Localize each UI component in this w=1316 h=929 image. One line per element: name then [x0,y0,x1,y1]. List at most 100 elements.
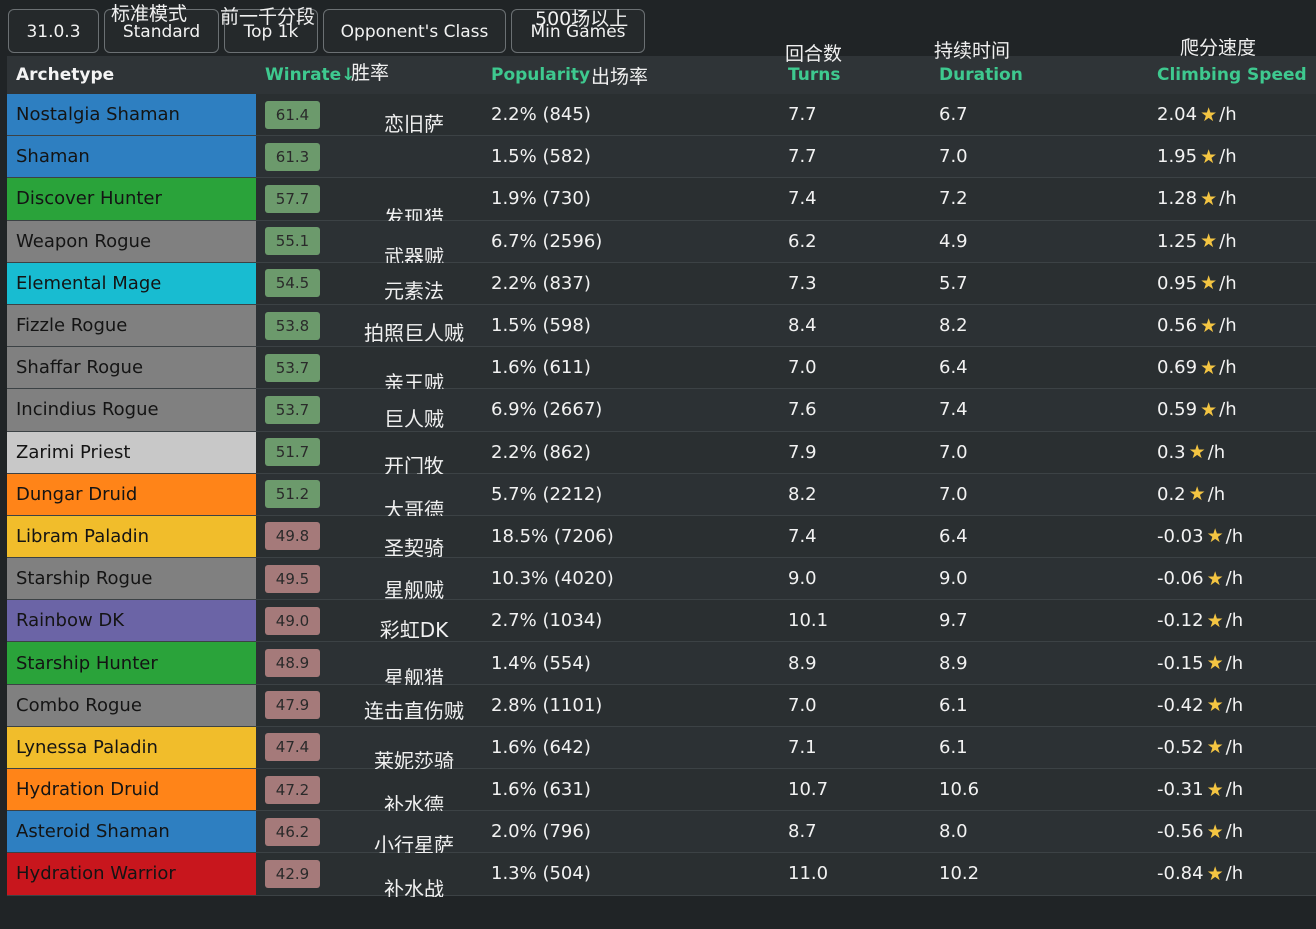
version-filter-button[interactable]: 31.0.3 [8,9,99,53]
table-row[interactable]: Starship Hunter 48.9 星舰猎 1.4% (554) 8.9 8.9 -0… [7,642,1316,688]
archetype-name[interactable]: Starship Hunter [7,642,256,684]
winrate-badge: 42.9 [265,859,320,888]
archetype-name[interactable]: Shaffar Rogue [7,347,256,389]
archetype-cn-annotation: 圣契骑 [384,535,444,560]
archetype-name[interactable]: Incindius Rogue [7,389,256,431]
duration-value: 7.4 [939,399,968,421]
star-icon: ★ [1200,272,1218,295]
duration-value: 6.1 [939,694,968,716]
table-row[interactable]: Combo Rogue 47.9 连击直伤贼 2.8% (1101) 7.0 6.1 -0.… [7,684,1316,727]
table-row[interactable]: Fizzle Rogue 53.8 拍照巨人贼 1.5% (598) 8.4 8.2 0.5… [7,304,1316,348]
winrate-badge: 53.8 [265,311,320,340]
table-row[interactable]: Weapon Rogue 55.1 武器贼 6.7% (2596) 6.2 4.9 1.25… [7,220,1316,267]
star-icon: ★ [1206,694,1224,717]
per-hour-unit: /h [1207,483,1226,505]
archetype-name[interactable]: Hydration Druid [7,769,256,811]
climbing-cn-annotation: 爬分速度 [1180,37,1257,59]
archetype-name[interactable]: Weapon Rogue [7,220,256,262]
archetype-name[interactable]: Zarimi Priest [7,431,256,473]
popularity-value: 18.5% (7206) [491,525,614,547]
turns-value: 8.9 [788,652,817,674]
climbing-speed-value: 0.95 [1157,272,1198,294]
winrate-cn-annotation: 胜率 [351,62,390,84]
archetype-name[interactable]: Hydration Warrior [7,853,256,895]
climbing-speed-value: 0.56 [1157,315,1198,337]
table-row[interactable]: Rainbow DK 49.0 彩虹DK 2.7% (1034) 10.1 9.7 -0.1… [7,600,1316,643]
climbing-speed-value: 2.04 [1157,104,1198,126]
duration-value: 7.0 [939,441,968,463]
star-icon: ★ [1188,441,1206,464]
star-icon: ★ [1206,736,1224,759]
table-row[interactable]: Discover Hunter 57.7 发现猎 1.9% (730) 7.4 7.2 1.… [7,178,1316,228]
climbing-speed: 1.95 ★/h [1157,136,1237,177]
archetype-name[interactable]: Lynessa Paladin [7,726,256,768]
per-hour-unit: /h [1207,441,1226,463]
turns-value: 7.7 [788,104,817,126]
climbing-speed-value: 0.69 [1157,357,1198,379]
per-hour-unit: /h [1225,694,1244,716]
archetype-name[interactable]: Fizzle Rogue [7,304,256,347]
archetype-name[interactable]: Shaman [7,136,256,178]
table-row[interactable]: Incindius Rogue 53.7 巨人贼 6.9% (2667) 7.6 7.4 0… [7,389,1316,432]
popularity-value: 2.2% (862) [491,441,591,463]
table-row[interactable]: Lynessa Paladin 47.4 莱妮莎骑 1.6% (642) 7.1 6.1 -… [7,726,1316,771]
archetype-name[interactable]: Elemental Mage [7,262,256,304]
table-row[interactable]: Hydration Druid 47.2 补水德 1.6% (631) 10.7 10.6… [7,769,1316,815]
archetype-name[interactable]: Nostalgia Shaman [7,94,256,136]
winrate-badge: 54.5 [265,269,320,298]
archetype-name[interactable]: Libram Paladin [7,515,256,558]
archetype-name[interactable]: Starship Rogue [7,558,256,600]
popularity-value: 1.6% (611) [491,357,591,379]
table-header: Archetype Winrate↓ Popularity Turns Dura… [7,56,1316,94]
climbing-speed-value: -0.06 [1157,568,1204,590]
turns-value: 7.6 [788,399,817,421]
archetype-name[interactable]: Discover Hunter [7,178,256,220]
table-row[interactable]: Libram Paladin 49.8 圣契骑 18.5% (7206) 7.4 6.4 -… [7,515,1316,560]
archetype-table: Nostalgia Shaman 61.4 恋旧萨 2.2% (845) 7.7 6.7 2… [7,94,1316,899]
per-hour-unit: /h [1225,568,1244,590]
duration-value: 6.1 [939,736,968,758]
version-label: 31.0.3 [26,22,81,42]
popularity-value: 10.3% (4020) [491,568,614,590]
turns-value: 7.1 [788,736,817,758]
star-icon: ★ [1200,145,1218,168]
archetype-cn-annotation: 元素法 [384,278,444,303]
duration-value: 10.2 [939,863,980,885]
archetype-name[interactable]: Combo Rogue [7,684,256,726]
header-popularity[interactable]: Popularity [491,56,590,94]
mode-cn-annotation: 标准模式 [111,3,188,25]
header-winrate[interactable]: Winrate↓ [265,56,355,94]
climbing-speed-value: 1.28 [1157,188,1198,210]
popularity-cn-annotation: 出场率 [591,66,649,88]
table-row[interactable]: Starship Rogue 49.5 星舰贼 10.3% (4020) 9.0 9.0 -… [7,558,1316,601]
duration-value: 7.0 [939,483,968,505]
table-row[interactable]: Dungar Druid 51.2 大哥德 5.7% (2212) 8.2 7.0 0.2 ★… [7,473,1316,520]
archetype-cn-annotation: 开门牧 [384,453,444,478]
table-row[interactable]: Elemental Mage 54.5 元素法 2.2% (837) 7.3 5.7 0.9… [7,262,1316,305]
star-icon: ★ [1200,187,1218,210]
table-row[interactable]: Shaffar Rogue 53.7 亲王贼 1.6% (611) 7.0 6.4 0.69… [7,347,1316,393]
header-climbing-speed[interactable]: Climbing Speed [1157,56,1307,94]
per-hour-unit: /h [1219,146,1237,168]
popularity-value: 1.6% (631) [491,779,591,801]
popularity-value: 1.4% (554) [491,652,591,674]
header-archetype[interactable]: Archetype [16,56,114,94]
mode-label: Standard [122,22,201,42]
archetype-name[interactable]: Dungar Druid [7,473,256,515]
per-hour-unit: /h [1225,610,1244,632]
table-row[interactable]: Shaman 61.3 1.5% (582) 7.7 7.0 1.95 ★/h [7,136,1316,179]
winrate-badge: 49.8 [265,522,320,551]
table-row[interactable]: Zarimi Priest 51.7 开门牧 2.2% (862) 7.9 7.0 0.3 ★… [7,431,1316,478]
opponent-class-filter-button[interactable]: Opponent's Class [323,9,506,53]
star-icon: ★ [1200,230,1218,253]
climbing-speed-value: 1.25 [1157,230,1198,252]
per-hour-unit: /h [1225,525,1244,547]
archetype-cn-annotation: 小行星萨 [374,833,454,858]
table-row[interactable]: Asteroid Shaman 46.2 小行星萨 2.0% (796) 8.7 8.0 -… [7,811,1316,858]
climbing-speed: 2.04 ★/h [1157,94,1237,135]
table-row[interactable]: Nostalgia Shaman 61.4 恋旧萨 2.2% (845) 7.7 6.7 2… [7,94,1316,137]
table-row[interactable]: Hydration Warrior 42.9 补水战 1.3% (504) 11.0 10… [7,853,1316,899]
meta-tier-page: 31.0.3 Standard Top 1k Opponent's Class … [0,0,1316,929]
archetype-name[interactable]: Rainbow DK [7,600,256,642]
archetype-name[interactable]: Asteroid Shaman [7,811,256,853]
